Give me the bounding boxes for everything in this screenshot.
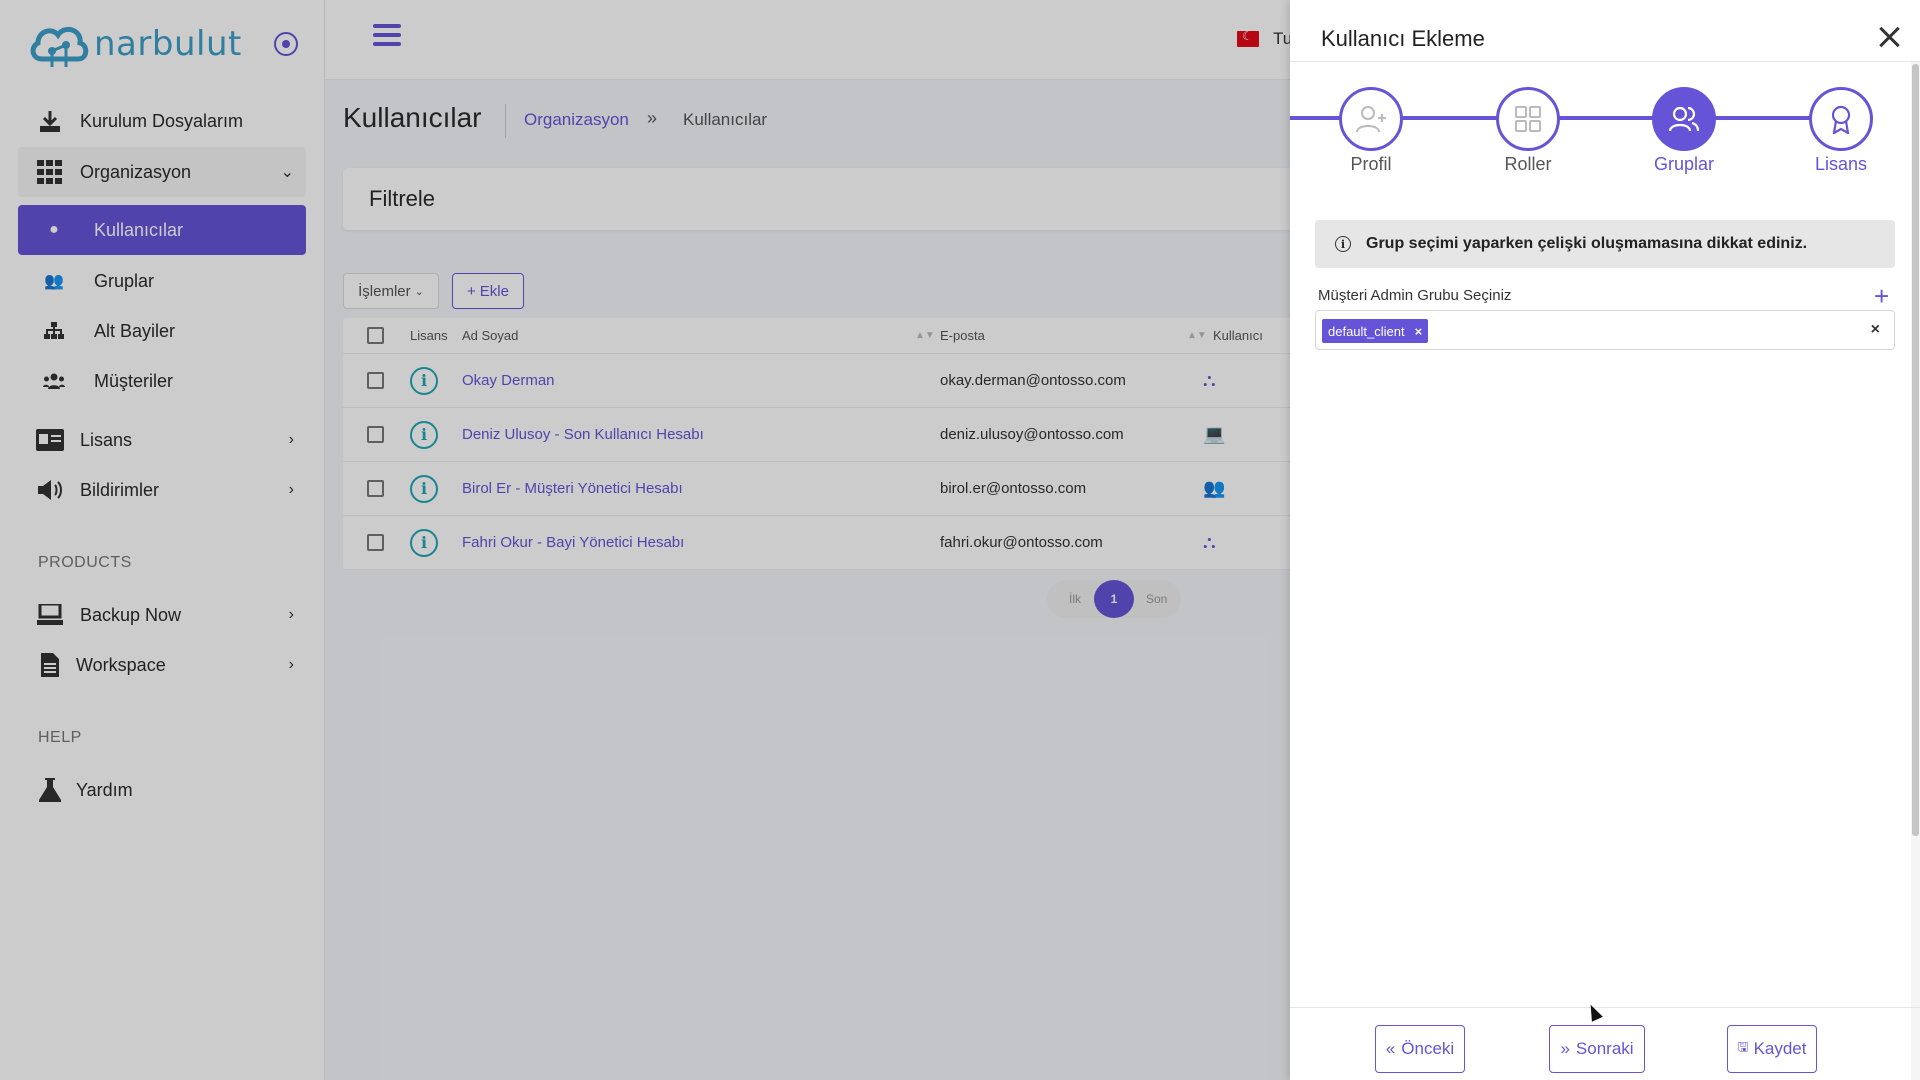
alert-text: Grup seçimi yaparken çelişki oluşmamasın… (1366, 235, 1808, 252)
previous-label: Önceki (1401, 1039, 1455, 1058)
save-label: Kaydet (1753, 1039, 1807, 1058)
step-lisans[interactable] (1809, 87, 1873, 151)
previous-button[interactable]: « Önceki (1375, 1025, 1465, 1073)
scrollbar-thumb[interactable] (1912, 64, 1919, 836)
double-chevron-left-icon: « (1385, 1039, 1396, 1058)
step-label-gruplar: Gruplar (1653, 154, 1715, 174)
step-label-roller: Roller (1504, 154, 1552, 174)
floppy-disk-icon: 🖫 (1737, 1039, 1749, 1054)
next-label: Sonraki (1575, 1039, 1634, 1058)
close-icon[interactable] (1876, 24, 1904, 52)
grid-icon (1515, 106, 1541, 132)
add-group-plus-icon[interactable]: + (1874, 283, 1889, 309)
remove-tag-icon[interactable]: × (1415, 324, 1423, 339)
award-icon (1831, 105, 1851, 134)
info-icon: i (1335, 236, 1351, 252)
group-multiselect[interactable]: default_client × × (1315, 310, 1895, 350)
drawer-header: Kullanıcı Ekleme (1290, 0, 1920, 62)
step-label-lisans: Lisans (1814, 154, 1868, 174)
info-alert: i Grup seçimi yaparken çelişki oluşmamas… (1315, 220, 1895, 268)
modal-backdrop[interactable] (0, 0, 1290, 1080)
save-button[interactable]: 🖫 Kaydet (1727, 1025, 1817, 1073)
user-plus-icon (1356, 106, 1386, 133)
double-chevron-right-icon: » (1560, 1039, 1570, 1058)
step-profil[interactable] (1339, 87, 1403, 151)
add-user-drawer: Kullanıcı Ekleme Profil Roller Gruplar L… (1290, 0, 1920, 1080)
selected-group-tag: default_client × (1322, 319, 1429, 343)
step-label-profil: Profil (1350, 154, 1392, 174)
step-roller[interactable] (1496, 87, 1560, 151)
group-select-label: Müşteri Admin Grubu Seçiniz (1318, 287, 1512, 304)
users-icon (1669, 106, 1699, 132)
next-button[interactable]: » Sonraki (1549, 1025, 1645, 1073)
tag-label: default_client (1328, 323, 1405, 339)
clear-selection-icon[interactable]: × (1871, 321, 1880, 339)
step-gruplar[interactable] (1652, 87, 1716, 151)
drawer-title: Kullanıcı Ekleme (1321, 26, 1485, 51)
